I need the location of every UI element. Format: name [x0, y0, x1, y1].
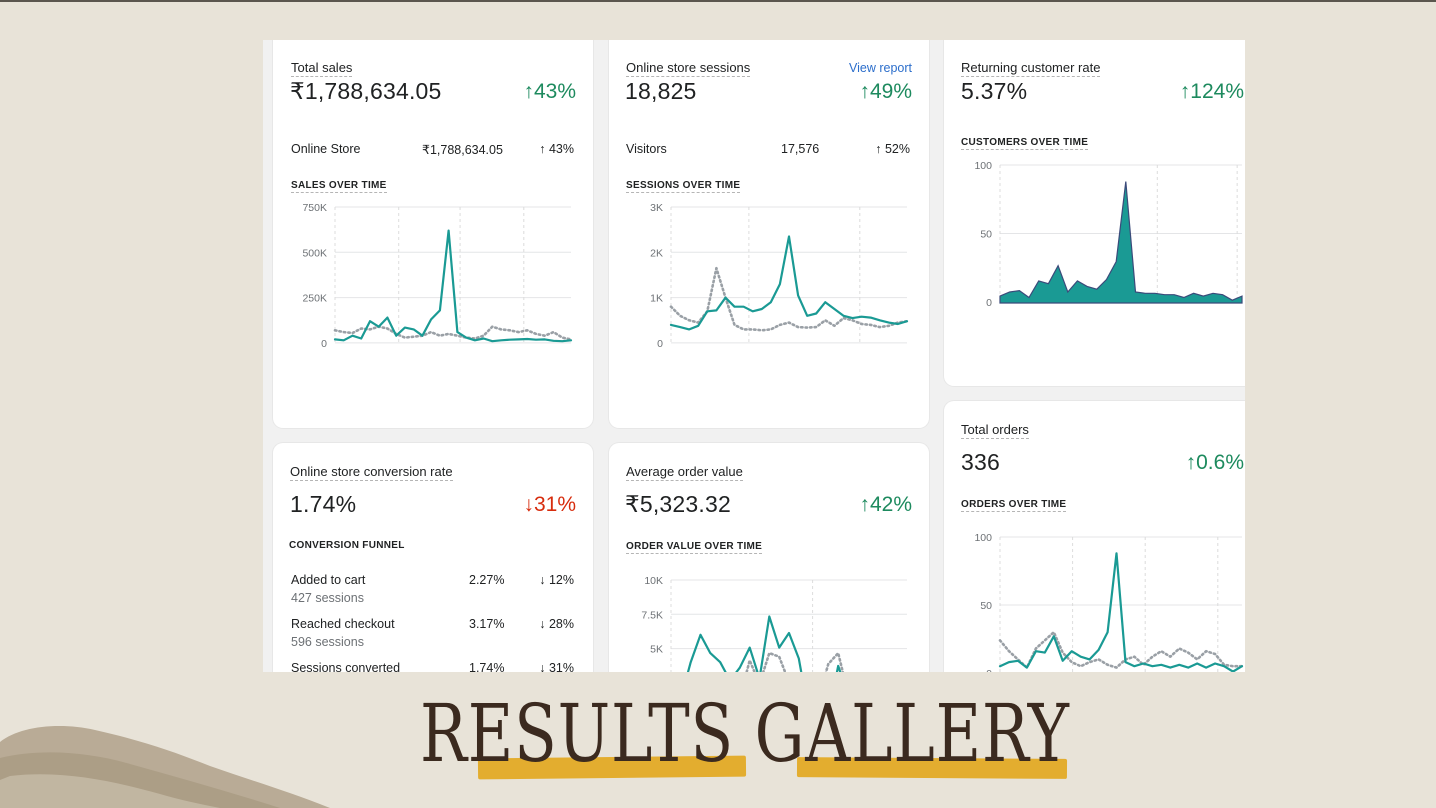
y-tick-label: 50 — [980, 229, 992, 241]
returning-customer-card: Returning customer rate 5.37% ↑124% CUST… — [944, 40, 1245, 386]
visitors-label: Visitors — [626, 142, 667, 156]
y-tick-label: 250K — [302, 293, 327, 305]
funnel-row-rate: 3.17% — [469, 617, 505, 631]
total-orders-title[interactable]: Total orders — [961, 422, 1029, 439]
customers-chart: 100 50 0 — [974, 160, 1243, 309]
total-sales-value: ₹1,788,634.05 — [290, 78, 442, 104]
funnel-row-delta: ↓ 12% — [539, 573, 574, 587]
returning-customer-title[interactable]: Returning customer rate — [961, 60, 1101, 77]
funnel-row-rate: 2.27% — [469, 573, 505, 587]
order-value-chart: 10K 7.5K 5K — [641, 575, 907, 672]
comparison-series-line — [998, 630, 1244, 669]
conversion-funnel-label: CONVERSION FUNNEL — [289, 540, 405, 551]
total-orders-delta: ↑0.6% — [1185, 451, 1244, 474]
total-orders-value: 336 — [961, 449, 1000, 475]
y-tick-label: 5K — [650, 644, 663, 656]
returning-customer-delta: ↑124% — [1179, 80, 1244, 103]
results-gallery-heading: RESULTS GALLERY — [420, 687, 1070, 780]
online-store-delta: ↑ 43% — [539, 142, 574, 156]
rock-decoration — [0, 726, 330, 808]
y-tick-label: 10K — [644, 575, 663, 587]
order-value-over-time-label[interactable]: ORDER VALUE OVER TIME — [626, 541, 763, 554]
area-series — [999, 181, 1243, 304]
funnel-row-sessions: 596 sessions — [291, 635, 364, 649]
conversion-rate-card: Online store conversion rate 1.74% ↓31% … — [273, 443, 593, 672]
y-tick-label: 0 — [986, 297, 992, 309]
visitors-value: 17,576 — [781, 142, 820, 156]
primary-series-line — [998, 552, 1244, 672]
y-tick-label: 2K — [650, 247, 663, 259]
total-sales-delta: ↑43% — [523, 80, 576, 103]
sessions-title[interactable]: Online store sessions — [626, 60, 751, 77]
y-tick-label: 1K — [650, 293, 663, 305]
total-sales-card: Total sales ₹1,788,634.05 ↑43% Online St… — [273, 40, 593, 428]
conversion-rate-title[interactable]: Online store conversion rate — [290, 464, 453, 481]
dashboard-screenshot: Total sales ₹1,788,634.05 ↑43% Online St… — [263, 40, 1245, 672]
aov-title[interactable]: Average order value — [626, 464, 743, 481]
sales-chart: 750K 500K 250K 0 — [302, 202, 573, 350]
sales-over-time-label[interactable]: SALES OVER TIME — [291, 180, 387, 193]
sessions-delta: ↑49% — [859, 80, 912, 103]
online-store-label: Online Store — [291, 142, 361, 156]
y-tick-label: 500K — [302, 247, 327, 259]
comparison-series-line — [669, 266, 909, 332]
funnel-row-label: Reached checkout — [291, 617, 395, 631]
view-report-link[interactable]: View report — [849, 61, 912, 75]
funnel-row-delta: ↓ 31% — [539, 661, 574, 672]
funnel-row-sessions: 427 sessions — [291, 591, 364, 605]
sessions-chart: 3K 2K 1K 0 — [650, 202, 909, 350]
y-tick-label: 7.5K — [641, 609, 663, 621]
sessions-card: Online store sessions View report 18,825… — [609, 40, 929, 428]
primary-series-line — [686, 615, 842, 672]
primary-series-line — [669, 235, 909, 331]
comparison-series-line — [745, 651, 845, 672]
y-tick-label: 750K — [302, 202, 327, 214]
aov-card: Average order value ₹5,323.32 ↑42% ORDER… — [609, 443, 929, 672]
conversion-rate-value: 1.74% — [290, 491, 357, 517]
total-sales-title[interactable]: Total sales — [291, 60, 353, 77]
funnel-row-label: Sessions converted — [291, 661, 401, 672]
primary-series-line — [333, 229, 573, 343]
y-tick-label: 0 — [321, 338, 327, 350]
funnel-row-delta: ↓ 28% — [539, 617, 574, 631]
y-tick-label: 0 — [657, 338, 663, 350]
funnel-row-rate: 1.74% — [469, 661, 505, 672]
sessions-value: 18,825 — [625, 78, 697, 104]
y-tick-label: 100 — [974, 160, 992, 172]
aov-delta: ↑42% — [859, 493, 912, 516]
conversion-rate-delta: ↓31% — [523, 493, 576, 516]
total-orders-card: Total orders 336 ↑0.6% ORDERS OVER TIME … — [944, 401, 1245, 672]
top-border-line — [0, 0, 1436, 2]
y-tick-label: 0 — [986, 668, 992, 672]
y-tick-label: 50 — [980, 600, 992, 612]
orders-over-time-label[interactable]: ORDERS OVER TIME — [961, 499, 1067, 512]
orders-chart: 100 50 0 — [974, 532, 1244, 672]
y-tick-label: 100 — [974, 532, 992, 544]
sessions-over-time-label[interactable]: SESSIONS OVER TIME — [626, 180, 741, 193]
funnel-row-label: Added to cart — [291, 573, 366, 587]
customers-over-time-label[interactable]: CUSTOMERS OVER TIME — [961, 137, 1089, 150]
aov-value: ₹5,323.32 — [625, 491, 731, 517]
returning-customer-value: 5.37% — [961, 78, 1028, 104]
comparison-series-line — [333, 325, 573, 341]
visitors-delta: ↑ 52% — [875, 142, 910, 156]
y-tick-label: 3K — [650, 202, 663, 214]
online-store-value: ₹1,788,634.05 — [422, 143, 503, 157]
